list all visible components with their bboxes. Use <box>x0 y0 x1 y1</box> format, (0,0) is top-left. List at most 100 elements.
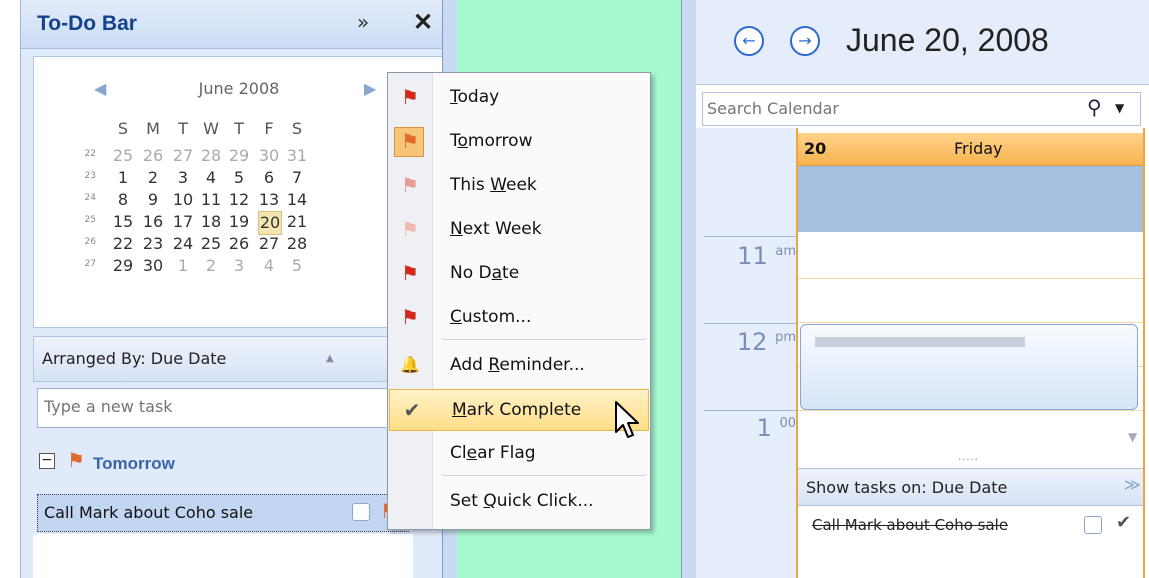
hour-label-1: 1 00 <box>756 414 796 442</box>
week-number[interactable]: 27 <box>82 259 96 269</box>
calendar-day[interactable]: 2 <box>142 167 164 189</box>
menu-item-custom[interactable]: ⚑ Custom... <box>388 297 650 337</box>
calendar-day[interactable]: 1 <box>112 167 134 189</box>
calendar-day[interactable]: 29 <box>112 255 134 277</box>
calendar-day[interactable]: 28 <box>286 233 308 255</box>
calendar-day[interactable]: 3 <box>228 255 250 277</box>
forward-arrow-icon[interactable]: → <box>790 26 820 56</box>
day-column[interactable]: 20 Friday ▼ ····· Show tasks on: Due Dat… <box>796 128 1145 578</box>
new-task-field[interactable] <box>37 388 412 428</box>
menu-item-tomorrow[interactable]: ⚑ Tomorrow <box>388 121 650 161</box>
search-box[interactable]: ⚲ ▼ <box>702 92 1141 126</box>
calendar-day[interactable]: 26 <box>228 233 250 255</box>
menu-item-this-week[interactable]: ⚑ This Week <box>388 165 650 205</box>
calendar-day[interactable]: 10 <box>172 189 194 211</box>
menu-item-no-date[interactable]: ⚑ No Date <box>388 253 650 293</box>
menu-item-today[interactable]: ⚑ Today <box>388 77 650 117</box>
calendar-day[interactable]: 31 <box>286 145 308 167</box>
calendar-day[interactable]: 16 <box>142 211 164 233</box>
week-number[interactable]: 22 <box>82 149 96 159</box>
calendar-day[interactable]: 29 <box>228 145 250 167</box>
week-number[interactable]: 24 <box>82 193 96 203</box>
collapse-chevron-icon[interactable]: ≫ <box>1124 475 1141 494</box>
menu-item-label: Custom... <box>450 307 532 327</box>
menu-separator <box>442 475 646 476</box>
task-row[interactable]: Call Mark about Coho sale ⚑ <box>37 494 409 532</box>
calendar-day[interactable]: 4 <box>200 167 222 189</box>
resize-grip-icon[interactable]: ····· <box>958 455 979 466</box>
calendar-day[interactable]: 4 <box>258 255 280 277</box>
all-day-area[interactable] <box>798 166 1143 232</box>
collapse-icon[interactable]: − <box>39 453 55 469</box>
menu-item-label: Add Reminder... <box>450 355 585 375</box>
search-calendar-input[interactable] <box>703 93 1081 123</box>
day-header[interactable]: 20 Friday <box>798 133 1143 166</box>
next-month-icon[interactable]: ▶ <box>364 79 376 98</box>
calendar-day[interactable]: 26 <box>142 145 164 167</box>
menu-item-label: Tomorrow <box>450 131 533 151</box>
appointment-block[interactable] <box>800 324 1138 410</box>
menu-item-mark-complete[interactable]: ✔ Mark Complete <box>389 389 649 431</box>
calendar-day[interactable]: 13 <box>258 189 280 211</box>
calendar-day[interactable]: 12 <box>228 189 250 211</box>
calendar-day[interactable]: 25 <box>200 233 222 255</box>
calendar-day[interactable]: 23 <box>142 233 164 255</box>
new-task-input[interactable] <box>38 389 412 423</box>
follow-up-context-menu: ⚑ Today ⚑ Tomorrow ⚑ This Week ⚑ Next Week ⚑ No D… <box>387 72 651 530</box>
calendar-day[interactable]: 30 <box>142 255 164 277</box>
complete-checkbox[interactable] <box>352 503 370 521</box>
task-group-header[interactable]: − ⚑ Tomorrow <box>37 440 407 480</box>
sort-ascending-icon[interactable]: ▲ <box>326 353 334 364</box>
calendar-day[interactable]: 28 <box>200 145 222 167</box>
week-number[interactable]: 23 <box>82 171 96 181</box>
calendar-day[interactable]: 8 <box>112 189 134 211</box>
scroll-down-icon[interactable]: ▼ <box>1128 430 1137 444</box>
menu-item-label: No Date <box>450 263 520 283</box>
calendar-day[interactable]: 17 <box>172 211 194 233</box>
calendar-day[interactable]: 15 <box>112 211 134 233</box>
complete-checkbox[interactable] <box>1084 516 1102 534</box>
calendar-day[interactable]: 20 <box>258 211 282 235</box>
calendar-day[interactable]: 7 <box>286 167 308 189</box>
menu-item-next-week[interactable]: ⚑ Next Week <box>388 209 650 249</box>
calendar-day[interactable]: 24 <box>172 233 194 255</box>
calendar-day[interactable]: 5 <box>286 255 308 277</box>
calendar-day[interactable]: 3 <box>172 167 194 189</box>
menu-item-set-quick-click[interactable]: Set Quick Click... <box>388 481 650 521</box>
menu-item-add-reminder[interactable]: 🔔 Add Reminder... <box>388 345 650 385</box>
back-arrow-icon[interactable]: ← <box>734 26 764 56</box>
week-number[interactable]: 25 <box>82 215 96 225</box>
week-number[interactable]: 26 <box>82 237 96 247</box>
task-subject: Call Mark about Coho sale <box>44 503 254 522</box>
calendar-day[interactable]: 14 <box>286 189 308 211</box>
chevron-down-icon[interactable]: ▼ <box>1115 101 1124 115</box>
close-icon[interactable]: ✕ <box>413 8 433 37</box>
calendar-day[interactable]: 11 <box>200 189 222 211</box>
day-number: 20 <box>804 139 827 158</box>
calendar-day[interactable]: 21 <box>286 211 308 233</box>
calendar-day[interactable]: 25 <box>112 145 134 167</box>
daily-task-row[interactable]: Call Mark about Coho sale ✔ <box>798 508 1143 544</box>
day-of-week-label: F <box>264 119 274 138</box>
calendar-pane: ← → June 20, 2008 ⚲ ▼ 11 am 12 pm 1 00 2… <box>696 0 1149 578</box>
menu-item-clear-flag[interactable]: Clear Flag <box>388 433 650 473</box>
calendar-day[interactable]: 19 <box>228 211 250 233</box>
calendar-day[interactable]: 9 <box>142 189 164 211</box>
calendar-date-title: June 20, 2008 <box>846 22 1049 58</box>
arranged-by-header[interactable]: Arranged By: Due Date ▲ <box>33 336 415 382</box>
daily-tasks-header[interactable]: Show tasks on: Due Date ≫ <box>798 468 1143 506</box>
calendar-day[interactable]: 5 <box>228 167 250 189</box>
expand-icon[interactable]: » <box>357 10 369 34</box>
calendar-day[interactable]: 27 <box>172 145 194 167</box>
calendar-day[interactable]: 6 <box>258 167 280 189</box>
calendar-day[interactable]: 2 <box>200 255 222 277</box>
calendar-day[interactable]: 1 <box>172 255 194 277</box>
arranged-by-label: Arranged By: Due Date <box>42 349 227 368</box>
calendar-day[interactable]: 18 <box>200 211 222 233</box>
panel-splitter[interactable] <box>681 0 697 578</box>
search-icon[interactable]: ⚲ <box>1087 95 1102 119</box>
calendar-day[interactable]: 22 <box>112 233 134 255</box>
calendar-day[interactable]: 27 <box>258 233 280 255</box>
checkmark-icon[interactable]: ✔ <box>1116 512 1131 533</box>
calendar-day[interactable]: 30 <box>258 145 280 167</box>
